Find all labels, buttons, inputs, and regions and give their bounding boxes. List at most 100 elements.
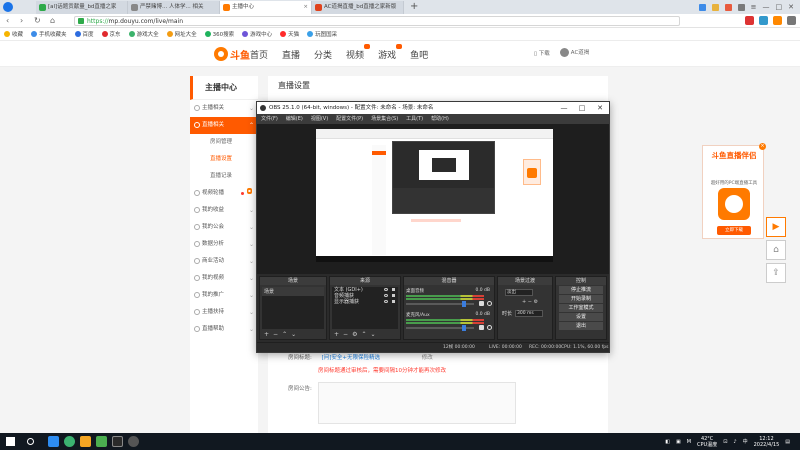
edit-title-button[interactable]: 修改: [422, 355, 433, 361]
menu-file[interactable]: 文件(F): [261, 114, 278, 124]
volume-slider-handle[interactable]: [462, 301, 466, 307]
folder-icon[interactable]: [80, 436, 91, 447]
sidebar-item-guild[interactable]: 我的公会 ⌄: [190, 219, 258, 236]
share-icon[interactable]: ⇪: [766, 263, 786, 283]
lock-icon[interactable]: [392, 294, 395, 297]
extension-icon[interactable]: [759, 16, 768, 25]
maximize-icon[interactable]: □: [573, 102, 591, 114]
menu-tools[interactable]: 工具(T): [406, 114, 423, 124]
remove-icon[interactable]: −: [343, 330, 348, 339]
m-icon[interactable]: M: [687, 439, 691, 445]
home-icon[interactable]: ⌂: [50, 15, 55, 27]
close-icon[interactable]: ×: [759, 143, 766, 150]
menu-help[interactable]: 帮助(H): [431, 114, 449, 124]
bookmark-item[interactable]: 游戏中心: [242, 30, 272, 38]
sidebar-item-live[interactable]: 直播相关 ⌃: [190, 117, 258, 134]
tray-icon[interactable]: ◧: [665, 439, 670, 445]
browser-tab-active[interactable]: 主播中心 ×: [220, 1, 312, 14]
browser-icon[interactable]: [64, 436, 75, 447]
obs-preview-canvas[interactable]: [316, 129, 553, 262]
move-down-icon[interactable]: ⌄: [291, 330, 296, 339]
sidebar-item-support[interactable]: 主播扶持 ⌄: [190, 304, 258, 321]
bookmark-item[interactable]: 天猫: [280, 30, 299, 38]
new-tab-button[interactable]: +: [410, 0, 418, 14]
gear-icon[interactable]: ⚙: [534, 299, 538, 305]
maximize-icon[interactable]: □: [776, 3, 783, 11]
extension-icon[interactable]: [698, 3, 706, 11]
ime-icon[interactable]: 中: [743, 438, 748, 445]
gear-icon[interactable]: [487, 301, 492, 306]
app-icon[interactable]: [96, 436, 107, 447]
add-icon[interactable]: +: [334, 330, 339, 339]
taskview-icon[interactable]: [48, 436, 59, 447]
tab-close-icon[interactable]: ×: [303, 1, 308, 14]
gear-icon[interactable]: [487, 325, 492, 330]
browser-tab[interactable]: 严禁赌博... 人体学... 相关: [128, 1, 220, 14]
close-icon[interactable]: ✕: [788, 3, 794, 11]
app-icon[interactable]: [128, 436, 139, 447]
gear-icon[interactable]: ⚙: [352, 330, 357, 339]
speaker-icon[interactable]: ♪: [733, 439, 736, 445]
scene-item[interactable]: 场景: [262, 287, 324, 296]
douyu-logo[interactable]: 斗鱼: [214, 45, 250, 63]
sources-list[interactable]: 文本 (GDI+) 音频捕获 显示器捕获: [332, 287, 398, 329]
duration-input[interactable]: 300 ms: [515, 310, 544, 317]
search-icon[interactable]: [27, 438, 34, 445]
menu-profile[interactable]: 配置文件(P): [336, 114, 363, 124]
companion-app-ad[interactable]: × 斗鱼直播伴侣 超好用的PC端直播工具 立即下载: [702, 143, 766, 239]
download-button[interactable]: 立即下载: [717, 226, 751, 235]
play-icon[interactable]: ▶: [766, 217, 786, 237]
bookmark-item[interactable]: 玩图国采: [307, 30, 337, 38]
move-up-icon[interactable]: ⌃: [282, 330, 287, 339]
remove-icon[interactable]: −: [273, 330, 278, 339]
start-recording-button[interactable]: 开始录制: [559, 295, 603, 303]
speaker-icon[interactable]: [479, 325, 484, 330]
menu-view[interactable]: 视图(V): [311, 114, 328, 124]
bookmark-item[interactable]: 百度: [74, 30, 94, 38]
eye-icon[interactable]: [384, 300, 388, 303]
sidebar-item-video-carousel[interactable]: 视频轮播 ▪: [190, 185, 258, 202]
extension-icon[interactable]: [737, 3, 745, 11]
eye-icon[interactable]: [384, 294, 388, 297]
remove-icon[interactable]: −: [528, 299, 532, 305]
lock-icon[interactable]: [392, 300, 395, 303]
nav-yuba[interactable]: 鱼吧: [410, 48, 428, 61]
back-icon[interactable]: ‹: [6, 15, 9, 27]
extension-icon[interactable]: [773, 16, 782, 25]
bookmark-item[interactable]: 网址大全: [166, 30, 197, 38]
extension-icon[interactable]: [711, 3, 719, 11]
nav-game[interactable]: 游戏: [378, 43, 403, 61]
home-icon[interactable]: ⌂: [766, 240, 786, 260]
sidebar-item-anchor[interactable]: 主播相关 ⌄: [190, 100, 258, 117]
studio-mode-button[interactable]: 工作室模式: [559, 304, 603, 312]
network-icon[interactable]: ⊡: [723, 439, 727, 445]
sidebar-item-income[interactable]: 我的收益 ⌄: [190, 202, 258, 219]
exit-button[interactable]: 退出: [559, 322, 603, 330]
download-link[interactable]: ▯ 下载: [534, 49, 550, 57]
windows-start-icon[interactable]: [6, 437, 15, 446]
minimize-icon[interactable]: —: [555, 102, 573, 114]
move-down-icon[interactable]: ⌄: [370, 330, 375, 339]
bookmark-item[interactable]: 360搜索: [204, 30, 234, 38]
extension-icon[interactable]: [745, 16, 754, 25]
add-icon[interactable]: +: [264, 330, 269, 339]
sidebar-item-help[interactable]: 直播帮助 ⌄: [190, 321, 258, 338]
speaker-icon[interactable]: [479, 301, 484, 306]
add-icon[interactable]: +: [522, 299, 526, 305]
browser-tab[interactable]: AC道揭直播_bd直播之家新版: [312, 1, 404, 14]
sidebar-item-business[interactable]: 商业活动 ⌄: [190, 253, 258, 270]
extension-icon[interactable]: [724, 3, 732, 11]
lock-icon[interactable]: [392, 288, 395, 291]
user-menu[interactable]: AC道揭: [559, 48, 589, 57]
close-icon[interactable]: ✕: [591, 102, 609, 114]
clock[interactable]: 12:12 2022/4/15: [754, 436, 780, 448]
menu-edit[interactable]: 编辑(E): [286, 114, 303, 124]
transition-select[interactable]: 淡出: [505, 289, 533, 296]
nav-category[interactable]: 分类: [314, 48, 332, 61]
menu-icon[interactable]: ≡: [751, 3, 757, 11]
settings-icon[interactable]: [787, 16, 796, 25]
url-input[interactable]: https://mp.douyu.com/live/main: [74, 16, 680, 26]
bookmark-item[interactable]: 游戏大全: [128, 30, 159, 38]
notification-icon[interactable]: ▤: [785, 439, 790, 445]
obs-taskbar-icon[interactable]: [112, 436, 123, 447]
